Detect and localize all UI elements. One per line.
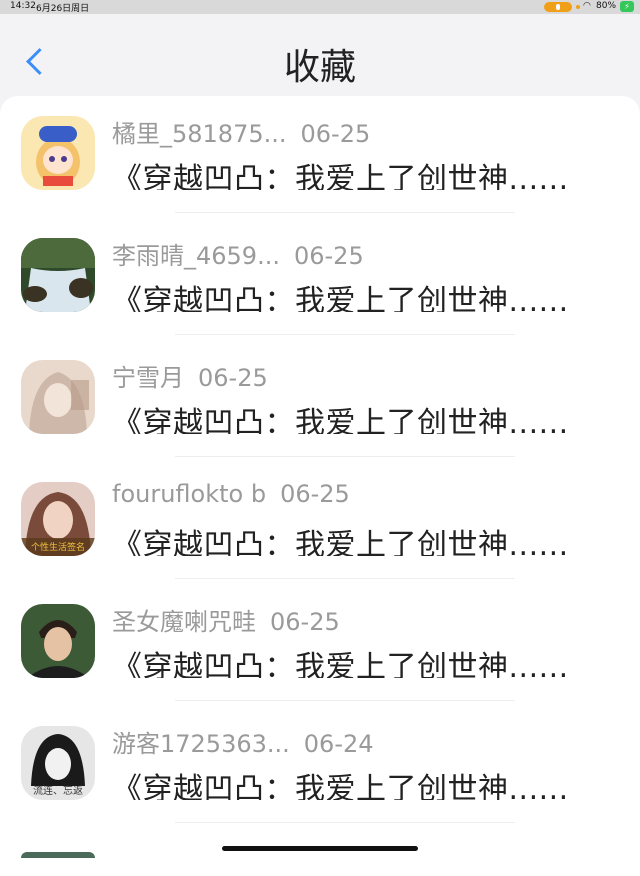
battery-level: 80%: [596, 1, 617, 11]
item-date: 06-25: [270, 608, 340, 636]
item-message: 《穿越凹凸：我爱上了创世神......: [112, 162, 569, 190]
item-date: 06-25: [198, 364, 268, 392]
item-meta: 圣女魔喇咒畦 06-25: [112, 602, 340, 636]
home-indicator[interactable]: [222, 846, 418, 851]
list-item[interactable]: 个性生活签名 fouruflokto b 06-25 《穿越凹凸：我爱上了创世神.…: [0, 462, 640, 584]
item-meta: 李雨晴_4659... 06-25: [112, 236, 364, 270]
recording-dot-icon: [576, 5, 580, 9]
status-time: 14:32: [10, 1, 36, 11]
bw-girl-avatar: 流连、忘返: [21, 726, 95, 800]
item-meta: 橘里_581875... 06-25: [112, 114, 370, 148]
anime-girl-avatar: [21, 116, 95, 190]
boy-portrait-avatar: [21, 604, 95, 678]
item-meta: fouruflokto b 06-25: [112, 480, 350, 510]
list-item[interactable]: 宁雪月 06-25 《穿越凹凸：我爱上了创世神......: [0, 340, 640, 462]
list-item[interactable]: 圣女魔喇咒畦 06-25 《穿越凹凸：我爱上了创世神......: [0, 584, 640, 706]
page-title: 收藏: [283, 47, 356, 88]
user-name: 李雨晴_4659...: [112, 242, 280, 270]
pale-girl-avatar: [21, 360, 95, 434]
divider: [175, 334, 515, 335]
divider: [175, 456, 515, 457]
item-date: 06-24: [303, 730, 374, 758]
next-item-avatar: [21, 852, 95, 858]
divider: [175, 822, 515, 823]
status-date: 6月26日周日: [36, 4, 90, 14]
user-name: fouruflokto b: [112, 480, 267, 508]
item-message: 《穿越凹凸：我爱上了创世神......: [112, 284, 569, 312]
item-date: 06-25: [293, 242, 364, 270]
avatar-caption: 个性生活签名: [31, 541, 85, 553]
list-item[interactable]: 李雨晴_4659... 06-25 《穿越凹凸：我爱上了创世神......: [0, 218, 640, 340]
item-meta: 游客1725363... 06-24: [112, 724, 374, 758]
item-message: 《穿越凹凸：我爱上了创世神......: [112, 650, 569, 678]
bolt-icon: ⚡: [620, 1, 634, 12]
favorites-list: 橘里_581875... 06-25 《穿越凹凸：我爱上了创世神...... 李雨…: [0, 96, 640, 876]
portrait-avatar: 个性生活签名: [21, 482, 95, 556]
item-message: 《穿越凹凸：我爱上了创世神......: [112, 406, 569, 434]
user-name: 圣女魔喇咒畦: [112, 608, 256, 636]
waterfall-avatar: [21, 238, 95, 312]
list-item[interactable]: 橘里_581875... 06-25 《穿越凹凸：我爱上了创世神......: [0, 96, 640, 218]
item-date: 06-25: [300, 120, 371, 148]
item-meta: 宁雪月 06-25: [112, 358, 268, 392]
status-bar: 14:32 6月26日周日 ◠ 80% ⚡: [0, 0, 640, 14]
divider: [175, 212, 515, 213]
item-message: 《穿越凹凸：我爱上了创世神......: [112, 772, 569, 800]
list-item[interactable]: 流连、忘返 游客1725363... 06-24 《穿越凹凸：我爱上了创世神...…: [0, 706, 640, 828]
user-name: 宁雪月: [112, 364, 184, 392]
microphone-icon: [544, 2, 572, 12]
item-message: 《穿越凹凸：我爱上了创世神......: [112, 528, 569, 556]
navigation-bar: 收藏: [0, 14, 640, 96]
avatar-caption: 流连、忘返: [33, 784, 83, 797]
wifi-icon: ◠: [583, 1, 591, 11]
divider: [175, 578, 515, 579]
user-name: 橘里_581875...: [112, 120, 287, 148]
user-name: 游客1725363...: [112, 730, 290, 758]
divider: [175, 700, 515, 701]
item-date: 06-25: [280, 480, 350, 508]
